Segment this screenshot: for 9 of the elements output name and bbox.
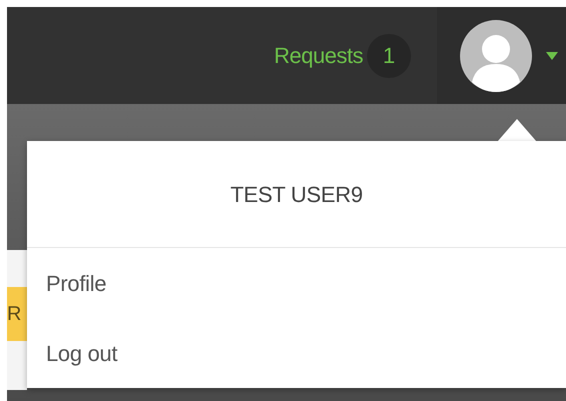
menu-item[interactable]: Log out: [27, 318, 566, 388]
requests-link[interactable]: Requests: [274, 39, 363, 72]
caret-icon: [546, 52, 558, 60]
requests-count-badge: 1: [367, 34, 411, 78]
avatar-icon: [460, 20, 532, 92]
user-menu-toggle[interactable]: [437, 7, 566, 104]
username-label: TEST USER9: [230, 180, 363, 208]
menu-item[interactable]: Profile: [27, 248, 566, 318]
side-button[interactable]: R: [7, 287, 27, 341]
